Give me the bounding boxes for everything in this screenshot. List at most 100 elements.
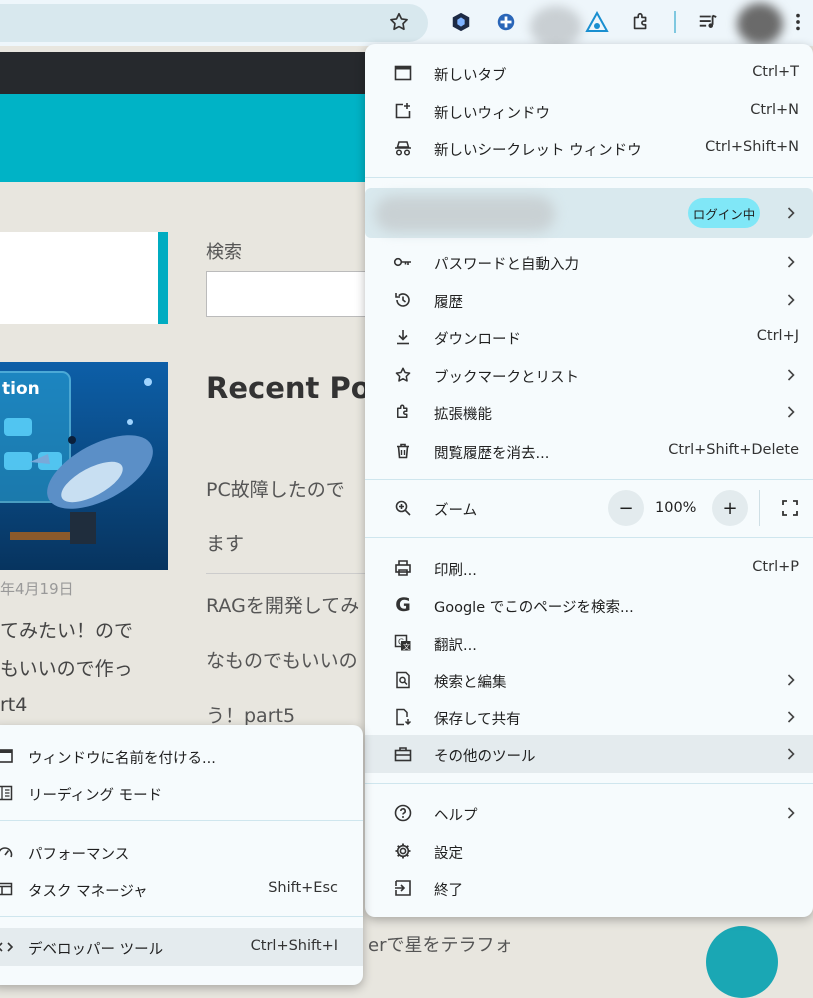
extension-triangle-icon[interactable] bbox=[585, 10, 609, 34]
more-tools-submenu: ウィンドウに名前を付ける... リーディング モード パフォーマンス タスク マ… bbox=[0, 725, 363, 985]
more-vert-icon[interactable] bbox=[786, 10, 810, 34]
menu-item-bookmarks[interactable]: ブックマークとリスト bbox=[365, 356, 813, 394]
performance-icon bbox=[0, 842, 15, 862]
menu-shortcut: Ctrl+Shift+N bbox=[705, 139, 799, 155]
recent-post-link[interactable]: う！part5 bbox=[206, 701, 364, 728]
post-card bbox=[0, 232, 158, 324]
zoom-out-button[interactable]: − bbox=[608, 490, 644, 526]
menu-item-search-edit[interactable]: 検索と編集 bbox=[365, 661, 813, 699]
menu-shortcut: Ctrl+Shift+I bbox=[250, 938, 338, 954]
recent-post-link[interactable]: PC故障したので bbox=[206, 475, 364, 502]
menu-shortcut: Ctrl+P bbox=[752, 559, 799, 575]
plus-icon: + bbox=[722, 497, 738, 519]
menu-item-save-share[interactable]: 保存して共有 bbox=[365, 698, 813, 736]
menu-shortcut: Shift+Esc bbox=[268, 880, 338, 896]
print-icon bbox=[393, 558, 413, 578]
menu-item-clear-data[interactable]: 閲覧履歴を消去... Ctrl+Shift+Delete bbox=[365, 432, 813, 470]
zoom-in-button[interactable]: + bbox=[712, 490, 748, 526]
chevron-right-icon bbox=[784, 365, 798, 385]
menu-item-google-search[interactable]: G Google でこのページを検索... bbox=[365, 586, 813, 624]
fullscreen-icon[interactable] bbox=[781, 499, 799, 517]
menu-label: 閲覧履歴を消去... bbox=[434, 446, 550, 462]
menu-divider bbox=[0, 916, 363, 917]
menu-label: Google でこのページを検索... bbox=[434, 600, 634, 616]
post-date: 年4月19日 bbox=[0, 580, 74, 598]
media-icon[interactable] bbox=[696, 10, 720, 34]
menu-shortcut: Ctrl+Shift+Delete bbox=[668, 442, 799, 458]
chevron-right-icon bbox=[784, 744, 798, 764]
site-header-bar bbox=[0, 52, 365, 94]
recent-post-link[interactable]: RAGを開発してみ bbox=[206, 591, 364, 618]
menu-label: リーディング モード bbox=[28, 788, 163, 804]
site-banner bbox=[0, 94, 365, 182]
extension-hexagon-icon[interactable] bbox=[449, 10, 473, 34]
menu-shortcut: Ctrl+J bbox=[756, 328, 799, 344]
minus-icon: − bbox=[618, 497, 634, 519]
post-excerpt-line[interactable]: rt4 bbox=[0, 694, 27, 716]
menu-label: ウィンドウに名前を付ける... bbox=[28, 751, 216, 767]
menu-label: 新しいシークレット ウィンドウ bbox=[434, 143, 642, 159]
chevron-right-icon bbox=[784, 290, 798, 310]
task-manager-icon bbox=[0, 879, 15, 899]
recent-posts-heading: Recent Pos bbox=[206, 371, 366, 405]
menu-item-profile[interactable]: ログイン中 bbox=[365, 188, 813, 238]
menu-item-history[interactable]: 履歴 bbox=[365, 281, 813, 319]
recent-post-divider bbox=[206, 573, 366, 574]
menu-label: 履歴 bbox=[434, 295, 463, 311]
svg-text:tion: tion bbox=[2, 379, 40, 399]
menu-label: パフォーマンス bbox=[28, 847, 130, 863]
menu-item-exit[interactable]: 終了 bbox=[365, 869, 813, 907]
menu-item-performance[interactable]: パフォーマンス bbox=[0, 833, 363, 871]
menu-item-downloads[interactable]: ダウンロード Ctrl+J bbox=[365, 318, 813, 356]
menu-label: タスク マネージャ bbox=[28, 884, 148, 900]
chevron-right-icon bbox=[784, 670, 798, 690]
extension-blurred-icon[interactable] bbox=[530, 6, 582, 48]
menu-label: 保存して共有 bbox=[434, 712, 521, 728]
menu-item-settings[interactable]: 設定 bbox=[365, 832, 813, 870]
zoom-divider bbox=[759, 490, 760, 526]
menu-item-new-window[interactable]: 新しいウィンドウ Ctrl+N bbox=[365, 92, 813, 130]
post-excerpt-line[interactable]: てみたい！ので bbox=[0, 616, 133, 643]
menu-item-print[interactable]: 印刷... Ctrl+P bbox=[365, 549, 813, 587]
menu-item-task-manager[interactable]: タスク マネージャ Shift+Esc bbox=[0, 870, 363, 908]
post-excerpt-line[interactable]: erで星をテラフォ bbox=[368, 931, 512, 957]
menu-label: 新しいタブ bbox=[434, 68, 507, 84]
menu-item-new-tab[interactable]: 新しいタブ Ctrl+T bbox=[365, 54, 813, 92]
menu-item-name-window[interactable]: ウィンドウに名前を付ける... bbox=[0, 737, 363, 775]
menu-divider bbox=[365, 177, 813, 178]
menu-label: 新しいウィンドウ bbox=[434, 106, 550, 122]
profile-name-blurred bbox=[375, 196, 555, 232]
avatar[interactable] bbox=[737, 3, 783, 45]
menu-item-help[interactable]: ヘルプ bbox=[365, 794, 813, 832]
menu-label: ヘルプ bbox=[434, 808, 478, 824]
extension-plus-icon[interactable] bbox=[494, 10, 518, 34]
star-icon[interactable] bbox=[387, 10, 411, 34]
menu-item-more-tools[interactable]: その他のツール bbox=[365, 735, 813, 773]
chevron-right-icon bbox=[784, 803, 798, 823]
recent-post-link[interactable]: ます bbox=[206, 529, 364, 556]
google-icon: G bbox=[395, 594, 411, 616]
recent-post-link[interactable]: なものでもいいの bbox=[206, 646, 364, 673]
puzzle-icon bbox=[393, 402, 413, 422]
toolbox-icon bbox=[393, 744, 413, 764]
incognito-icon bbox=[393, 138, 413, 158]
post-excerpt-line[interactable]: もいいので作っ bbox=[0, 654, 133, 681]
puzzle-icon[interactable] bbox=[629, 10, 653, 34]
search-label: 検索 bbox=[206, 242, 242, 263]
menu-item-reading-mode[interactable]: リーディング モード bbox=[0, 774, 363, 812]
menu-item-passwords[interactable]: パスワードと自動入力 bbox=[365, 243, 813, 281]
new-window-icon bbox=[393, 101, 413, 121]
post-thumbnail[interactable]: tion bbox=[0, 362, 168, 570]
address-bar[interactable] bbox=[0, 4, 428, 42]
menu-item-translate[interactable]: G文 翻訳... bbox=[365, 624, 813, 662]
scroll-top-button[interactable] bbox=[706, 926, 778, 998]
menu-label: ブックマークとリスト bbox=[434, 370, 579, 386]
menu-item-new-incognito[interactable]: 新しいシークレット ウィンドウ Ctrl+Shift+N bbox=[365, 129, 813, 167]
menu-item-extensions[interactable]: 拡張機能 bbox=[365, 393, 813, 431]
menu-item-dev-tools[interactable]: デベロッパー ツール Ctrl+Shift+I bbox=[0, 928, 363, 966]
reading-mode-icon bbox=[0, 783, 15, 803]
chevron-right-icon bbox=[784, 252, 798, 272]
menu-label: 印刷... bbox=[434, 563, 477, 579]
login-status-badge: ログイン中 bbox=[688, 198, 760, 228]
search-input[interactable] bbox=[206, 271, 376, 317]
